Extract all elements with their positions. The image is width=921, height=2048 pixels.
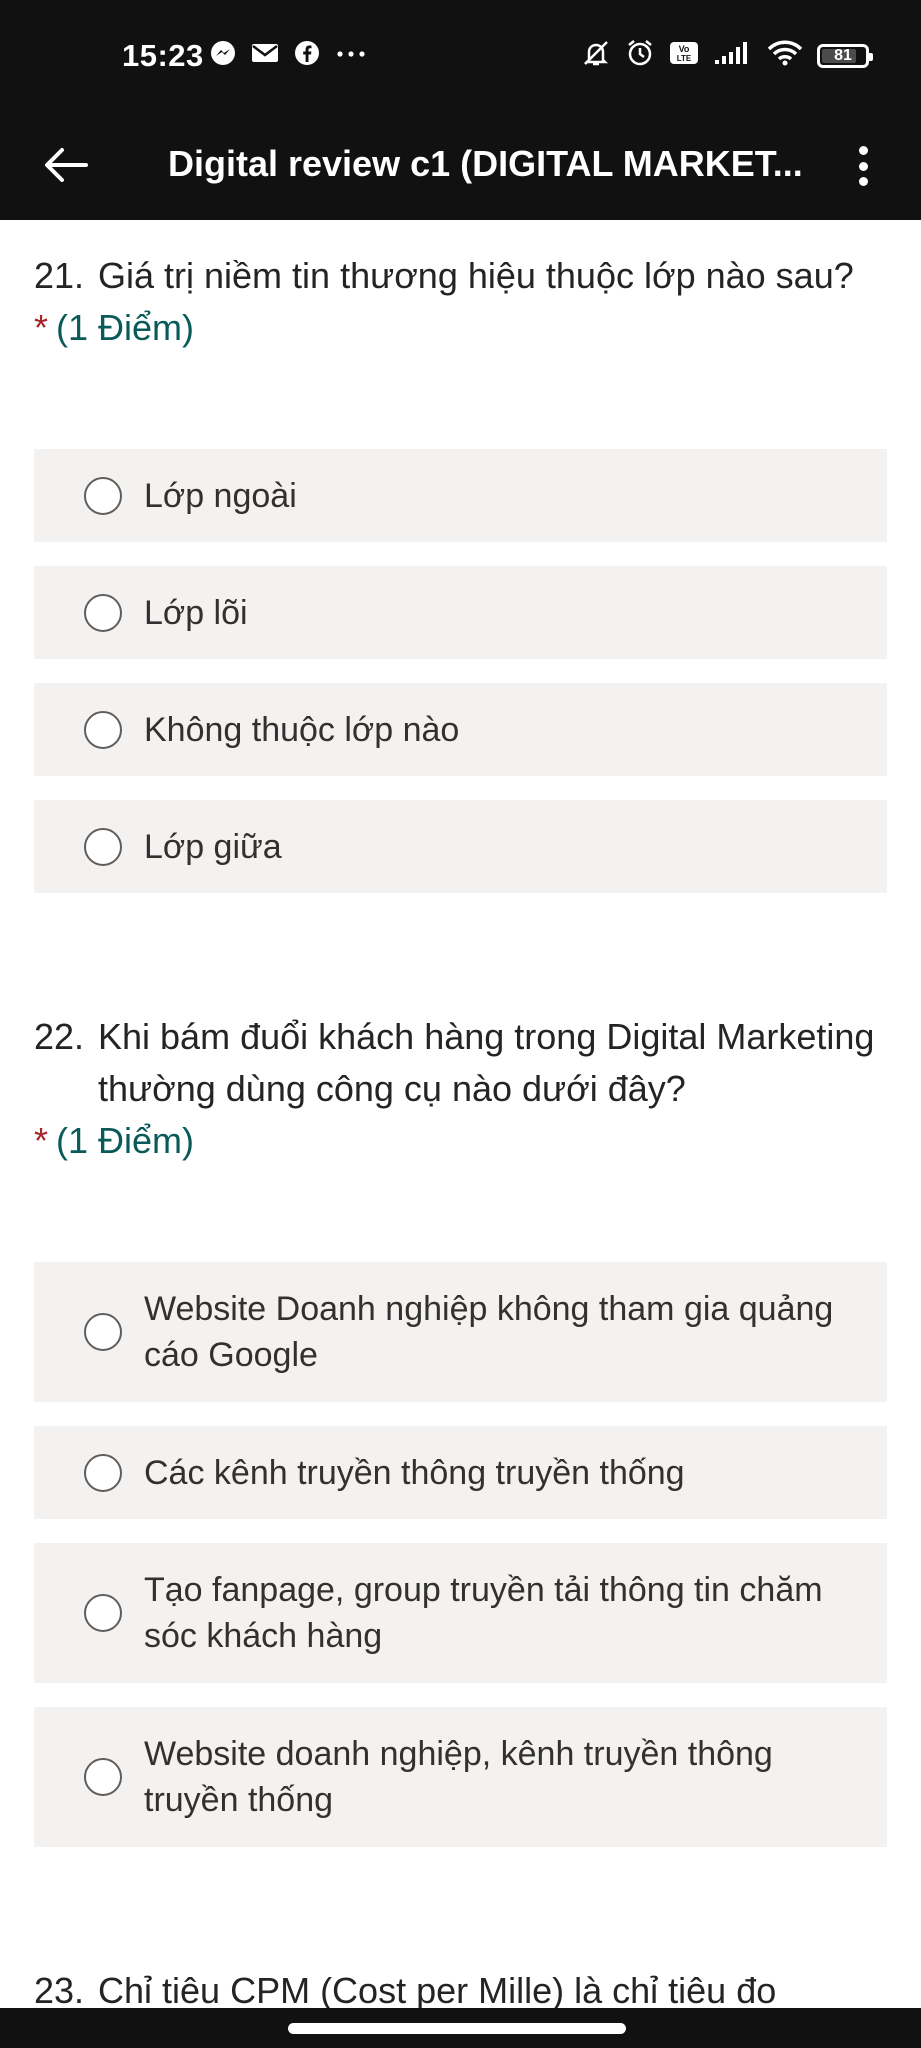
gesture-handle[interactable] — [288, 2023, 626, 2034]
question-21: 21. Giá trị niềm tin thương hiệu thuộc l… — [34, 250, 887, 354]
answer-option[interactable]: Lớp ngoài — [34, 449, 887, 542]
status-notification-icons — [210, 40, 368, 71]
more-vert-icon-dot — [858, 146, 868, 155]
alarm-icon — [625, 38, 655, 73]
radio-button[interactable] — [84, 1594, 122, 1632]
more-vert-icon-dot — [858, 177, 868, 186]
question-points: * (1 Điểm) — [34, 302, 887, 354]
volte-icon: Vo LTE — [669, 40, 699, 71]
answer-option[interactable]: Không thuộc lớp nào — [34, 683, 887, 776]
svg-text:Vo: Vo — [679, 44, 690, 54]
facebook-icon — [294, 40, 320, 71]
question-text: Khi bám đuổi khách hàng trong Digital Ma… — [98, 1016, 875, 1109]
wifi-icon — [767, 39, 803, 72]
radio-button[interactable] — [84, 827, 122, 866]
points-label: (1 Điểm) — [56, 307, 195, 348]
answer-option[interactable]: Website Doanh nghiệp không tham gia quản… — [34, 1262, 887, 1402]
question-text: Chỉ tiêu CPM (Cost per Mille) là chỉ tiê… — [98, 1970, 777, 2008]
radio-button[interactable] — [84, 593, 122, 632]
svg-text:LTE: LTE — [677, 54, 692, 63]
arrow-left-icon — [45, 148, 88, 182]
option-label: Website doanh nghiệp, kênh truyền thông … — [144, 1735, 773, 1819]
radio-button[interactable] — [84, 1453, 122, 1492]
mail-icon — [250, 40, 280, 71]
question-points: * (1 Điểm) — [34, 1115, 887, 1167]
question-22: 22. Khi bám đuổi khách hàng trong Digita… — [34, 1011, 887, 1167]
option-label: Tạo fanpage, group truyền tải thông tin … — [144, 1571, 823, 1655]
option-label: Không thuộc lớp nào — [144, 710, 460, 749]
question-number: 23. — [34, 1970, 85, 2008]
question-title: 22. Khi bám đuổi khách hàng trong Digita… — [34, 1011, 887, 1115]
option-label: Các kênh truyền thông truyền thống — [144, 1453, 685, 1492]
question-title: 21. Giá trị niềm tin thương hiệu thuộc l… — [34, 250, 887, 302]
bell-off-icon — [581, 38, 611, 73]
radio-button[interactable] — [84, 1758, 122, 1796]
required-mark: * — [34, 1120, 49, 1161]
required-mark: * — [34, 307, 49, 348]
question-title: 23. Chỉ tiêu CPM (Cost per Mille) là chỉ… — [34, 1965, 887, 2008]
option-label: Lớp ngoài — [144, 476, 297, 515]
signal-icon — [713, 40, 753, 71]
battery-fill — [822, 48, 857, 63]
answer-option[interactable]: Các kênh truyền thông truyền thống — [34, 1426, 887, 1519]
radio-button[interactable] — [84, 1313, 122, 1351]
status-time: 15:23 — [122, 38, 204, 73]
answer-option[interactable]: Lớp lõi — [34, 566, 887, 659]
app-bar: Digital review c1 (DIGITAL MARKET... — [0, 110, 921, 220]
messenger-icon — [210, 40, 236, 71]
answer-option[interactable]: Website doanh nghiệp, kênh truyền thông … — [34, 1707, 887, 1847]
back-button[interactable] — [36, 140, 96, 190]
question-text: Giá trị niềm tin thương hiệu thuộc lớp n… — [98, 255, 854, 296]
answer-option[interactable]: Lớp giữa — [34, 800, 887, 893]
radio-button[interactable] — [84, 710, 122, 749]
more-dots-icon — [334, 40, 368, 71]
question-number: 21. — [34, 255, 85, 296]
radio-button[interactable] — [84, 476, 122, 515]
option-label: Lớp lõi — [144, 593, 248, 632]
question-number: 22. — [34, 1016, 85, 1057]
status-bar: 15:23 Vo LTE 81 — [0, 0, 921, 110]
option-label: Website Doanh nghiệp không tham gia quản… — [144, 1290, 834, 1374]
more-options-button[interactable] — [843, 140, 883, 192]
status-system-icons: Vo LTE 81 — [581, 38, 873, 73]
question-23: 23. Chỉ tiêu CPM (Cost per Mille) là chỉ… — [34, 1965, 887, 2008]
points-label: (1 Điểm) — [56, 1120, 195, 1161]
battery-indicator: 81 — [817, 43, 873, 68]
more-vert-icon-dot — [858, 161, 868, 171]
option-label: Lớp giữa — [144, 827, 282, 866]
answer-option[interactable]: Tạo fanpage, group truyền tải thông tin … — [34, 1543, 887, 1683]
page-title: Digital review c1 (DIGITAL MARKET... — [168, 143, 803, 184]
